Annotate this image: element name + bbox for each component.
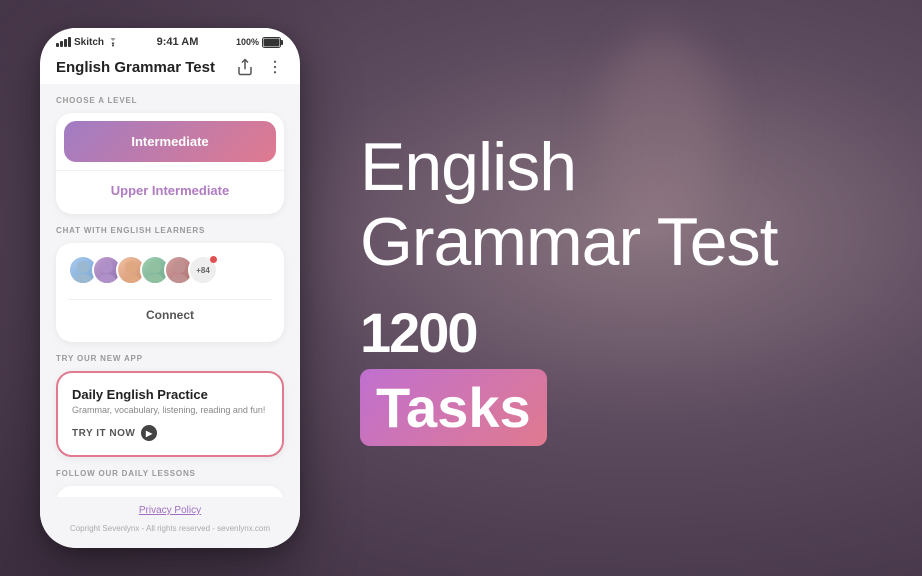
main-title: English Grammar Test [360,130,882,280]
signal-bar-3 [64,39,67,47]
status-right: 100% [236,37,284,48]
carrier-text: Skitch [74,37,104,48]
app-header: English Grammar Test [40,52,300,84]
status-left: Skitch [56,37,119,48]
privacy-policy-link[interactable]: Privacy Policy [56,505,284,516]
tasks-number: 1200 [360,300,477,365]
right-content: English Grammar Test 1200 Tasks [340,130,882,446]
tasks-section: 1200 Tasks [360,300,882,446]
try-button-arrow: ▶ [141,425,157,441]
status-time: 9:41 AM [157,36,199,48]
signal-bar-4 [68,37,71,47]
social-card [56,486,284,497]
tasks-badge-wrapper: Tasks [360,365,882,446]
connect-button[interactable]: Connect [68,299,272,330]
content-wrapper: Skitch 9:41 AM 100% English Grammar Test [0,0,922,576]
app-promo-title: Daily English Practice [72,387,268,402]
notification-dot [210,256,217,263]
upper-intermediate-button[interactable]: Upper Intermediate [56,170,284,214]
phone-mockup: Skitch 9:41 AM 100% English Grammar Test [40,28,300,548]
social-section-label: FOLLOW OUR DAILY LESSONS [56,469,284,478]
copyright-text: Copright Sevenlynx - All rights reserved… [70,524,270,533]
level-card: Intermediate Upper Intermediate [56,113,284,214]
battery-icon [262,37,284,48]
avatar-count: +84 [188,255,218,285]
title-line-1: English [360,129,576,205]
level-section-label: CHOOSE A LEVEL [56,96,284,105]
signal-bar-2 [60,41,63,47]
chat-card: +84 Connect [56,243,284,342]
number-line: 1200 [360,300,882,365]
phone-footer: Privacy Policy Copright Sevenlynx - All … [40,497,300,548]
signal-bars [56,37,71,47]
avatars-row: +84 [68,255,272,285]
app-promo-subtitle: Grammar, vocabulary, listening, reading … [72,405,268,415]
new-app-section-label: TRY OUR NEW APP [56,354,284,363]
app-promo-card: Daily English Practice Grammar, vocabula… [56,371,284,457]
menu-dots-icon[interactable] [266,58,284,76]
header-icons [236,58,284,76]
share-icon[interactable] [236,58,254,76]
intermediate-button[interactable]: Intermediate [64,121,276,162]
battery-percent: 100% [236,37,259,47]
chat-section-label: CHAT WITH ENGLISH LEARNERS [56,226,284,235]
app-title: English Grammar Test [56,59,215,76]
signal-bar-1 [56,43,59,47]
tasks-label: Tasks [360,369,547,446]
wifi-icon [107,37,119,47]
try-it-now-button[interactable]: TRY IT NOW ▶ [72,425,157,441]
phone-content: CHOOSE A LEVEL Intermediate Upper Interm… [40,84,300,497]
status-bar: Skitch 9:41 AM 100% [40,28,300,52]
title-line-2: Grammar Test [360,204,777,280]
